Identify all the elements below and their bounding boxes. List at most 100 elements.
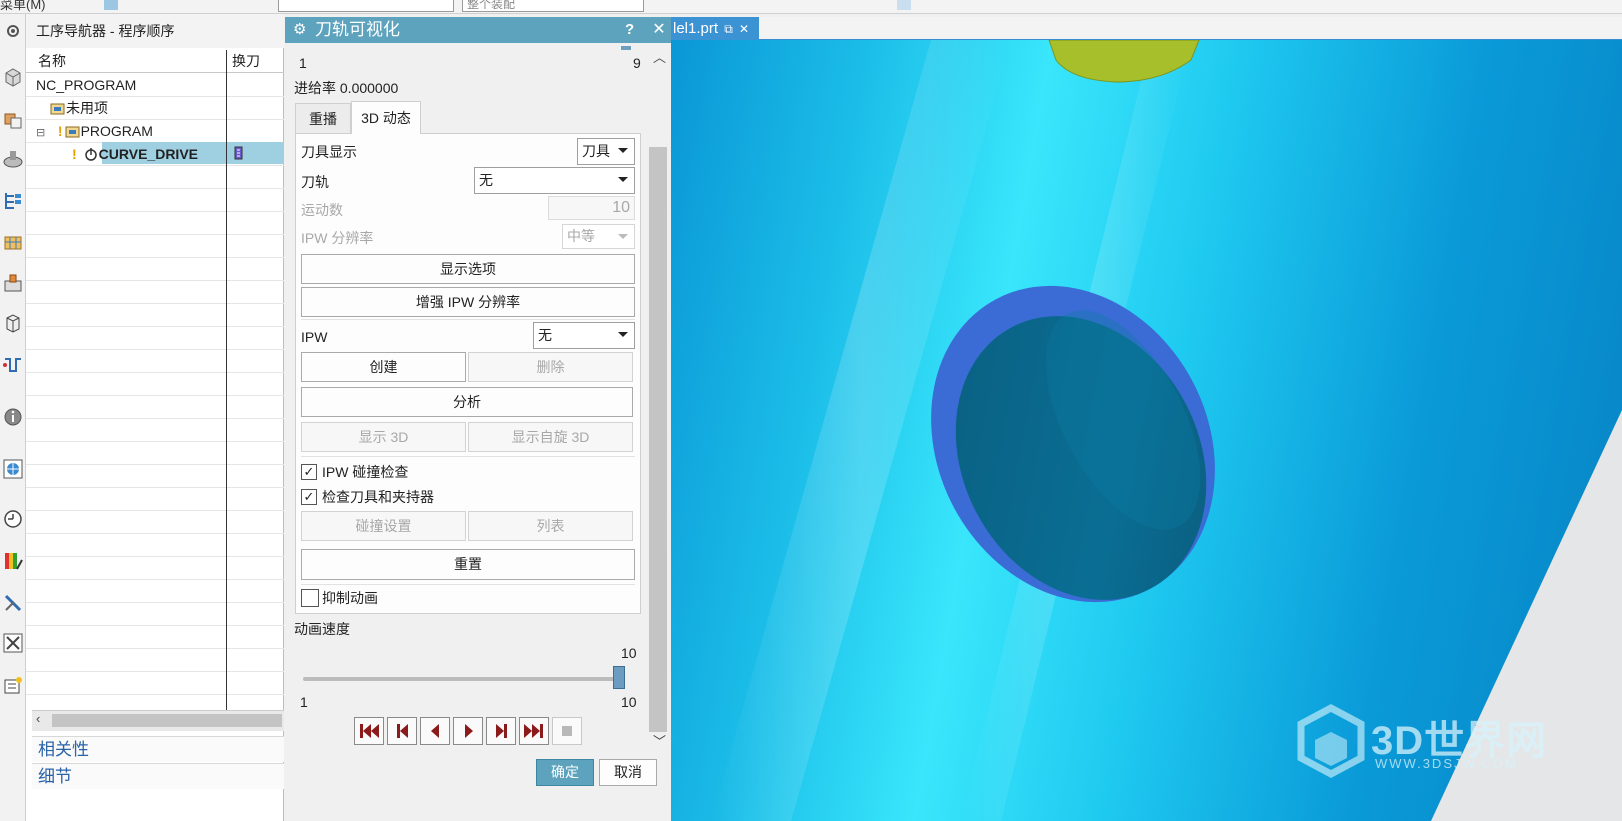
tree-item-unused[interactable]: 未用项 [50, 97, 108, 119]
playback-slider-handle[interactable] [621, 46, 631, 50]
globe-icon[interactable] [2, 458, 24, 480]
toolbar-icon[interactable] [768, 0, 782, 10]
ipw-resolution-label: IPW 分辨率 [301, 230, 374, 246]
section-dependencies[interactable]: 相关性 [32, 736, 284, 762]
scrollbar-thumb[interactable] [52, 714, 282, 727]
horizontal-scrollbar[interactable]: ‹ [32, 710, 284, 731]
delete-button[interactable]: 删除 [468, 352, 633, 382]
eye-icon[interactable] [897, 0, 911, 10]
tree-item-curve-drive[interactable]: ! CURVE_DRIVE [72, 143, 198, 165]
ok-button[interactable]: 确定 [536, 759, 594, 786]
ipw-collision-checkbox[interactable]: ✓ [301, 464, 317, 480]
tool-display-value: 刀具 [582, 143, 610, 159]
scroll-left-icon[interactable]: ‹ [36, 711, 40, 726]
animation-speed-label: 动画速度 [294, 621, 350, 637]
ipw-dropdown[interactable]: 无 [533, 322, 635, 349]
check-tool-holder-checkbox[interactable]: ✓ [301, 489, 317, 505]
machine-tool-icon[interactable] [2, 148, 24, 170]
enhance-ipw-resolution-button[interactable]: 增强 IPW 分辨率 [301, 287, 635, 317]
toolbar-icon[interactable] [742, 0, 756, 10]
motions-label: 运动数 [301, 202, 343, 218]
folder-icon [65, 126, 80, 138]
reset-button[interactable]: 重置 [301, 549, 635, 580]
collapse-icon[interactable]: ⊟ [36, 122, 46, 144]
toolbar-icon[interactable] [128, 0, 142, 10]
report-icon[interactable] [2, 674, 24, 696]
tool-display-dropdown[interactable]: 刀具 [577, 138, 635, 165]
play-forward-button[interactable] [453, 717, 483, 745]
create-button[interactable]: 创建 [301, 352, 466, 382]
eye-icon[interactable] [945, 0, 959, 10]
list-button[interactable]: 列表 [468, 511, 633, 541]
close-tab-icon[interactable]: ✕ [739, 22, 749, 36]
part-navigator-icon[interactable] [2, 66, 24, 88]
eye-icon[interactable] [921, 0, 935, 10]
assembly-icon[interactable] [2, 108, 24, 130]
cancel-button[interactable]: 取消 [599, 759, 657, 786]
animation-speed-handle[interactable] [613, 666, 625, 689]
info-icon[interactable] [2, 406, 24, 428]
operation-navigator-icon[interactable] [2, 190, 24, 212]
tool-icon[interactable] [2, 592, 24, 614]
display-options-button[interactable]: 显示选项 [301, 254, 635, 284]
menu-button[interactable]: 菜单(M) [0, 0, 46, 13]
tab-replay[interactable]: 重播 [295, 103, 351, 133]
step-back-button[interactable] [387, 717, 417, 745]
part-file-tab[interactable]: lel1.prt ⧉ ✕ [671, 17, 759, 40]
toolpath-icon[interactable] [2, 354, 24, 376]
fast-forward-to-end-button[interactable] [519, 717, 549, 745]
assembly-scope-combo[interactable]: 整个装配 [462, 0, 644, 12]
scrollbar-thumb[interactable] [649, 147, 667, 732]
toolbar-icon[interactable] [792, 0, 806, 10]
warning-icon: ! [57, 123, 63, 139]
tree-item-program[interactable]: ⊟ ! PROGRAM [36, 120, 153, 142]
collision-settings-button[interactable]: 碰撞设置 [301, 511, 466, 541]
tab-3d-dynamic[interactable]: 3D 动态 [351, 101, 421, 134]
clock-icon[interactable] [2, 508, 24, 530]
maximize-icon[interactable]: ⧉ [724, 22, 733, 36]
filter-combo[interactable] [278, 0, 454, 12]
show-spin-3d-button[interactable]: 显示自旋 3D [468, 422, 633, 452]
tree-item-nc-program[interactable]: NC_PROGRAM [36, 74, 136, 96]
warning-icon: ! [72, 146, 77, 162]
animation-speed-value: 10 [621, 645, 637, 661]
ipw-resolution-dropdown[interactable]: 中等 [562, 224, 635, 249]
ipw-value: 无 [538, 327, 552, 343]
suppress-animation-checkbox[interactable] [301, 589, 319, 607]
show-3d-button[interactable]: 显示 3D [301, 422, 466, 452]
watermark-url: WWW.3DSJW.COM [1375, 756, 1518, 771]
stop-button[interactable] [552, 717, 582, 745]
chevron-down-icon[interactable]: ﹀ [653, 731, 666, 750]
playback-slider-max: 9 [633, 55, 641, 71]
color-palette-icon[interactable] [2, 550, 24, 572]
analyze-button[interactable]: 分析 [301, 387, 633, 417]
chevron-down-icon [618, 234, 628, 239]
toolpath-visualization-dialog: ⚙ 刀轨可视化 ? ✕ 1 9 进给率 0.000000 重播 3D 动态 刀具… [285, 17, 671, 821]
play-backward-button[interactable] [420, 717, 450, 745]
chevron-up-icon[interactable]: ︿ [653, 47, 666, 66]
toolpath-dropdown[interactable]: 无 [474, 167, 635, 194]
close-button[interactable]: ✕ [647, 17, 671, 43]
settings-tool-icon[interactable] [2, 632, 24, 654]
toolbar-icon[interactable] [104, 0, 118, 10]
toolbar-icon[interactable] [154, 0, 168, 10]
step-forward-button[interactable] [486, 717, 516, 745]
gear-icon[interactable] [2, 20, 24, 42]
tree-item-label: PROGRAM [80, 123, 153, 139]
graphics-viewport[interactable]: 3D世界网 WWW.3DSJW.COM [671, 40, 1622, 821]
animation-speed-min: 1 [300, 694, 308, 710]
help-button[interactable]: ? [625, 17, 634, 43]
feature-icon[interactable] [2, 232, 24, 254]
motions-input[interactable]: 10 [548, 196, 635, 220]
rewind-to-start-button[interactable] [354, 717, 384, 745]
animation-speed-track[interactable] [303, 677, 625, 681]
toolbar-icon[interactable] [178, 0, 192, 10]
top-toolbar: 菜单(M) 整个装配 [0, 0, 1622, 14]
machining-icon[interactable] [2, 272, 24, 294]
ipw-resolution-value: 中等 [567, 228, 595, 244]
part-icon[interactable] [2, 312, 24, 334]
column-header-name[interactable]: 名称 [38, 50, 66, 72]
vertical-scrollbar[interactable]: ︿ ﹀ [647, 43, 671, 821]
column-header-toolchange[interactable]: 换刀 [232, 50, 260, 72]
section-details[interactable]: 细节 [32, 763, 284, 789]
